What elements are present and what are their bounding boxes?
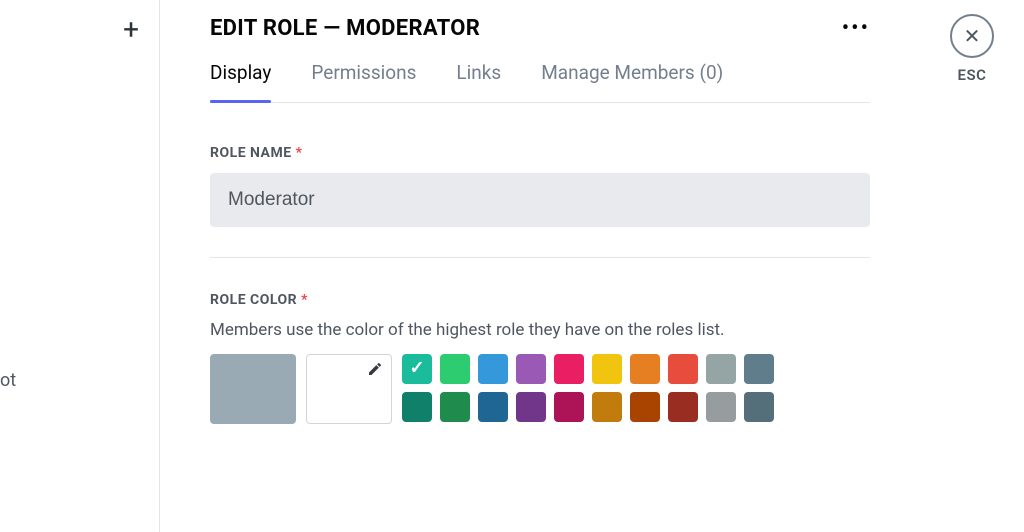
roles-sidebar: + ot (0, 0, 160, 532)
color-swatch[interactable] (706, 354, 736, 384)
tab-display[interactable]: Display (210, 61, 271, 102)
color-swatch[interactable] (478, 354, 508, 384)
color-swatch[interactable] (706, 392, 736, 422)
tab-manage-members[interactable]: Manage Members (0) (541, 61, 723, 102)
color-swatch[interactable] (744, 392, 774, 422)
color-swatch[interactable] (440, 392, 470, 422)
required-marker: * (301, 292, 308, 308)
tab-permissions[interactable]: Permissions (311, 61, 416, 102)
section-divider (210, 257, 870, 258)
color-swatch[interactable] (554, 354, 584, 384)
color-swatch[interactable] (554, 392, 584, 422)
close-button[interactable]: ✕ (950, 14, 994, 58)
color-swatch[interactable] (516, 354, 546, 384)
color-swatch[interactable] (668, 354, 698, 384)
color-swatch[interactable] (592, 392, 622, 422)
page-title: EDIT ROLE — MODERATOR (210, 16, 480, 41)
close-panel: ✕ ESC (950, 14, 994, 84)
pencil-icon (367, 361, 383, 381)
close-icon: ✕ (964, 26, 981, 46)
tab-links[interactable]: Links (456, 61, 501, 102)
sidebar-text-fragment: ot (0, 370, 16, 391)
default-color-swatch[interactable] (210, 354, 296, 424)
check-icon: ✓ (409, 357, 424, 378)
color-swatch[interactable] (478, 392, 508, 422)
color-swatch[interactable] (440, 354, 470, 384)
color-swatch[interactable] (630, 354, 660, 384)
color-swatch[interactable] (592, 354, 622, 384)
color-swatch[interactable] (630, 392, 660, 422)
color-swatch[interactable] (668, 392, 698, 422)
custom-color-swatch[interactable] (306, 354, 392, 424)
required-marker: * (296, 145, 303, 161)
color-swatch[interactable]: ✓ (402, 354, 432, 384)
esc-label: ESC (950, 66, 994, 84)
color-swatch[interactable] (516, 392, 546, 422)
role-color-helper: Members use the color of the highest rol… (210, 320, 870, 340)
color-swatch[interactable] (402, 392, 432, 422)
role-name-input[interactable] (210, 173, 870, 227)
role-color-label: ROLE COLOR* (210, 292, 870, 308)
role-name-label: ROLE NAME* (210, 145, 870, 161)
color-picker: ✓ (210, 354, 870, 424)
color-swatch[interactable] (744, 354, 774, 384)
tab-bar: Display Permissions Links Manage Members… (210, 61, 870, 103)
swatch-row-2 (402, 392, 774, 422)
color-swatch-grid: ✓ (402, 354, 774, 424)
swatch-row-1: ✓ (402, 354, 774, 384)
add-role-button[interactable]: + (123, 16, 139, 44)
more-options-button[interactable]: ••• (842, 16, 870, 41)
edit-role-panel: EDIT ROLE — MODERATOR ••• Display Permis… (210, 16, 870, 424)
